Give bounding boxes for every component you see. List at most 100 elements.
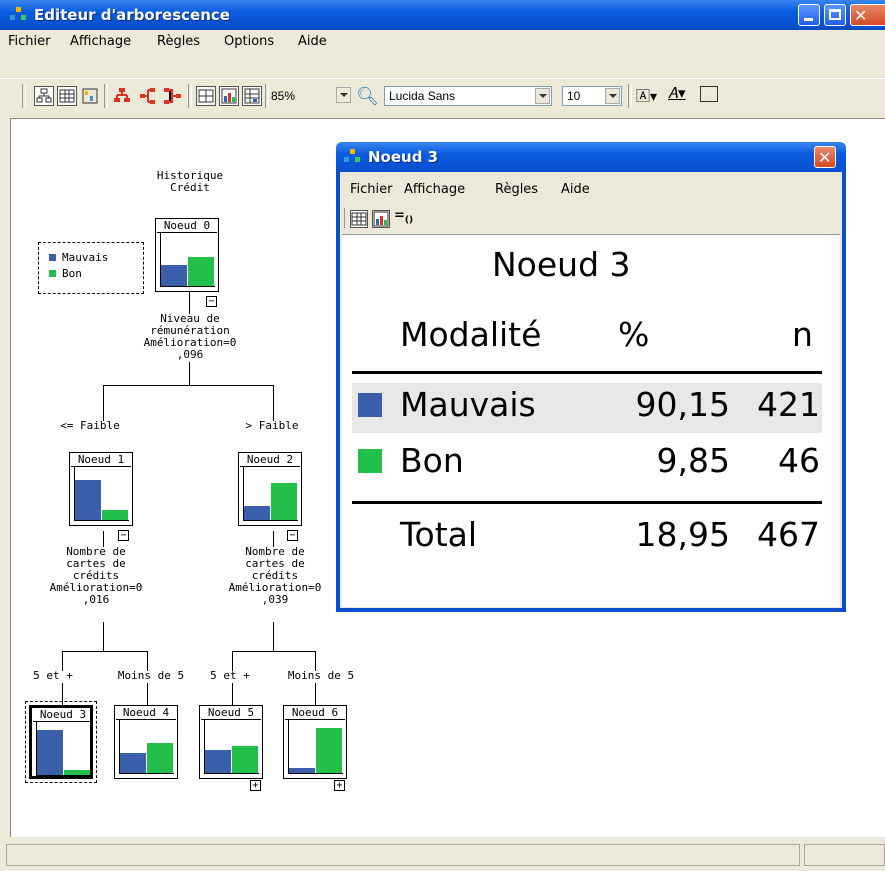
font-family-value: Lucida Sans <box>389 89 456 103</box>
nw-menu-regles[interactable]: Règles <box>495 182 538 197</box>
expand-icon[interactable]: + <box>334 780 345 791</box>
root-variable-label: Historique Crédit <box>156 169 224 194</box>
row-bon-label: Bon <box>400 441 464 480</box>
grow-tree-button[interactable] <box>112 86 132 106</box>
row-mauvais-n: 421 <box>757 385 820 424</box>
node-window-title: Noeud 3 <box>368 148 439 166</box>
nw-menu-aide[interactable]: Aide <box>561 182 590 197</box>
text-color-icon[interactable]: 𝐴▾ <box>668 84 686 102</box>
tree-node-1[interactable]: Noeud 1 <box>69 452 133 526</box>
zoom-icon[interactable]: 🔍︎ <box>356 86 379 107</box>
nw-chart-button[interactable] <box>372 210 390 228</box>
grow-branch-button[interactable] <box>138 86 158 106</box>
menu-options[interactable]: Options <box>224 34 274 49</box>
row-mauvais-pct: 90,15 <box>635 385 730 424</box>
bar-mauvais <box>205 750 231 773</box>
prune-icon <box>164 88 181 104</box>
close-icon: ✕ <box>854 6 868 25</box>
legend: Mauvais Bon <box>38 242 144 294</box>
collapse-icon[interactable]: − <box>118 530 129 541</box>
branch-5plus-a-label: 5 et + <box>33 669 73 682</box>
menu-aide[interactable]: Aide <box>298 34 327 49</box>
collapse-icon[interactable]: − <box>206 296 217 307</box>
table-grid-button[interactable] <box>196 86 216 106</box>
minimize-button[interactable] <box>798 4 820 26</box>
nw-menu-affichage[interactable]: Affichage <box>404 182 465 197</box>
maximize-button[interactable] <box>824 4 846 26</box>
table-chart-button[interactable] <box>242 86 262 106</box>
status-bar <box>0 838 885 871</box>
tree-node-histogram <box>160 233 215 287</box>
bar-bon <box>232 746 258 773</box>
fill-color-icon[interactable] <box>700 86 718 102</box>
row-mauvais-swatch <box>358 393 382 417</box>
grow-branch-icon <box>140 88 155 104</box>
tree-node-title: Noeud 2 <box>240 453 300 467</box>
branch-lt5-a-label: Moins de 5 <box>117 669 185 682</box>
node-heading: Noeud 3 <box>492 245 631 284</box>
tree-node-6[interactable]: Noeud 6 <box>283 705 347 779</box>
toolbar <box>0 52 885 118</box>
prune-button[interactable] <box>162 86 182 106</box>
menu-regles[interactable]: Règles <box>157 34 200 49</box>
branch-lt5-b-label: Moins de 5 <box>287 669 355 682</box>
total-rule <box>352 501 822 504</box>
tree-node-5[interactable]: Noeud 5 <box>199 705 263 779</box>
tree-node-2[interactable]: Noeud 2 <box>238 452 302 526</box>
close-icon: ✕ <box>818 148 832 167</box>
zoom-value[interactable]: 85% <box>271 89 295 103</box>
title-bar: Editeur d'arborescence ✕ <box>0 0 885 30</box>
table-chart-icon <box>244 88 260 104</box>
node-window-content: Noeud 3 Modalité % n Mauvais 90,15 421 B… <box>342 234 840 607</box>
font-family-select[interactable]: Lucida Sans <box>384 86 552 106</box>
tree-node-title: Noeud 1 <box>71 453 131 467</box>
bar-mauvais <box>75 480 101 520</box>
col-percent: % <box>618 315 650 354</box>
table-view-button[interactable] <box>57 86 77 106</box>
nw-menu-fichier[interactable]: Fichier <box>350 182 393 197</box>
status-pane-main <box>6 844 800 866</box>
collapse-icon[interactable]: − <box>287 530 298 541</box>
grid-icon <box>198 89 214 103</box>
bar-bon <box>316 728 342 773</box>
selection-marquee <box>25 701 97 783</box>
tree-app-icon <box>10 7 28 23</box>
tree-node-histogram <box>204 720 259 774</box>
table-icon <box>59 89 75 103</box>
bar-chart-button[interactable] <box>219 86 239 106</box>
node-window-icon <box>344 149 362 165</box>
split-2-label: Nombre de cartes de crédits Amélioration… <box>228 545 322 606</box>
branch-5plus-b-label: 5 et + <box>210 669 250 682</box>
node-window-close-button[interactable]: ✕ <box>814 146 836 168</box>
row-bon-pct: 9,85 <box>656 441 730 480</box>
tree-node-histogram <box>288 720 343 774</box>
tree-node-title: Noeud 5 <box>201 706 261 720</box>
bar-chart-icon <box>373 211 389 227</box>
status-pane-secondary <box>804 844 885 866</box>
menu-affichage[interactable]: Affichage <box>70 34 131 49</box>
tree-node-4[interactable]: Noeud 4 <box>114 705 178 779</box>
font-size-select[interactable]: 10 <box>562 86 622 106</box>
zoom-dropdown[interactable] <box>332 86 352 106</box>
total-n: 467 <box>757 515 820 554</box>
nw-stats-icon[interactable]: =() <box>394 208 413 226</box>
legend-item-bon: Bon <box>49 267 82 280</box>
close-button[interactable]: ✕ <box>850 4 885 26</box>
legend-label-mauvais: Mauvais <box>62 251 109 264</box>
bar-bon <box>147 743 173 773</box>
chart-button[interactable] <box>80 86 100 106</box>
nw-table-button[interactable] <box>350 210 368 228</box>
bar-mauvais <box>120 753 146 773</box>
split-0-label: Niveau de rémunération Amélioration=0 ,0… <box>143 312 237 361</box>
chart-table-icon <box>82 88 98 104</box>
expand-icon[interactable]: + <box>250 780 261 791</box>
legend-item-mauvais: Mauvais <box>49 251 108 264</box>
font-size-value: 10 <box>567 89 581 103</box>
tree-view-button[interactable] <box>34 86 54 106</box>
bar-chart-icon <box>221 88 237 104</box>
tree-node-title: Noeud 4 <box>116 706 176 720</box>
col-n: n <box>792 315 813 354</box>
text-format-icon[interactable]: 🄰▾ <box>636 86 657 106</box>
menu-fichier[interactable]: Fichier <box>8 34 51 49</box>
tree-node-0[interactable]: Noeud 0 <box>155 218 219 292</box>
